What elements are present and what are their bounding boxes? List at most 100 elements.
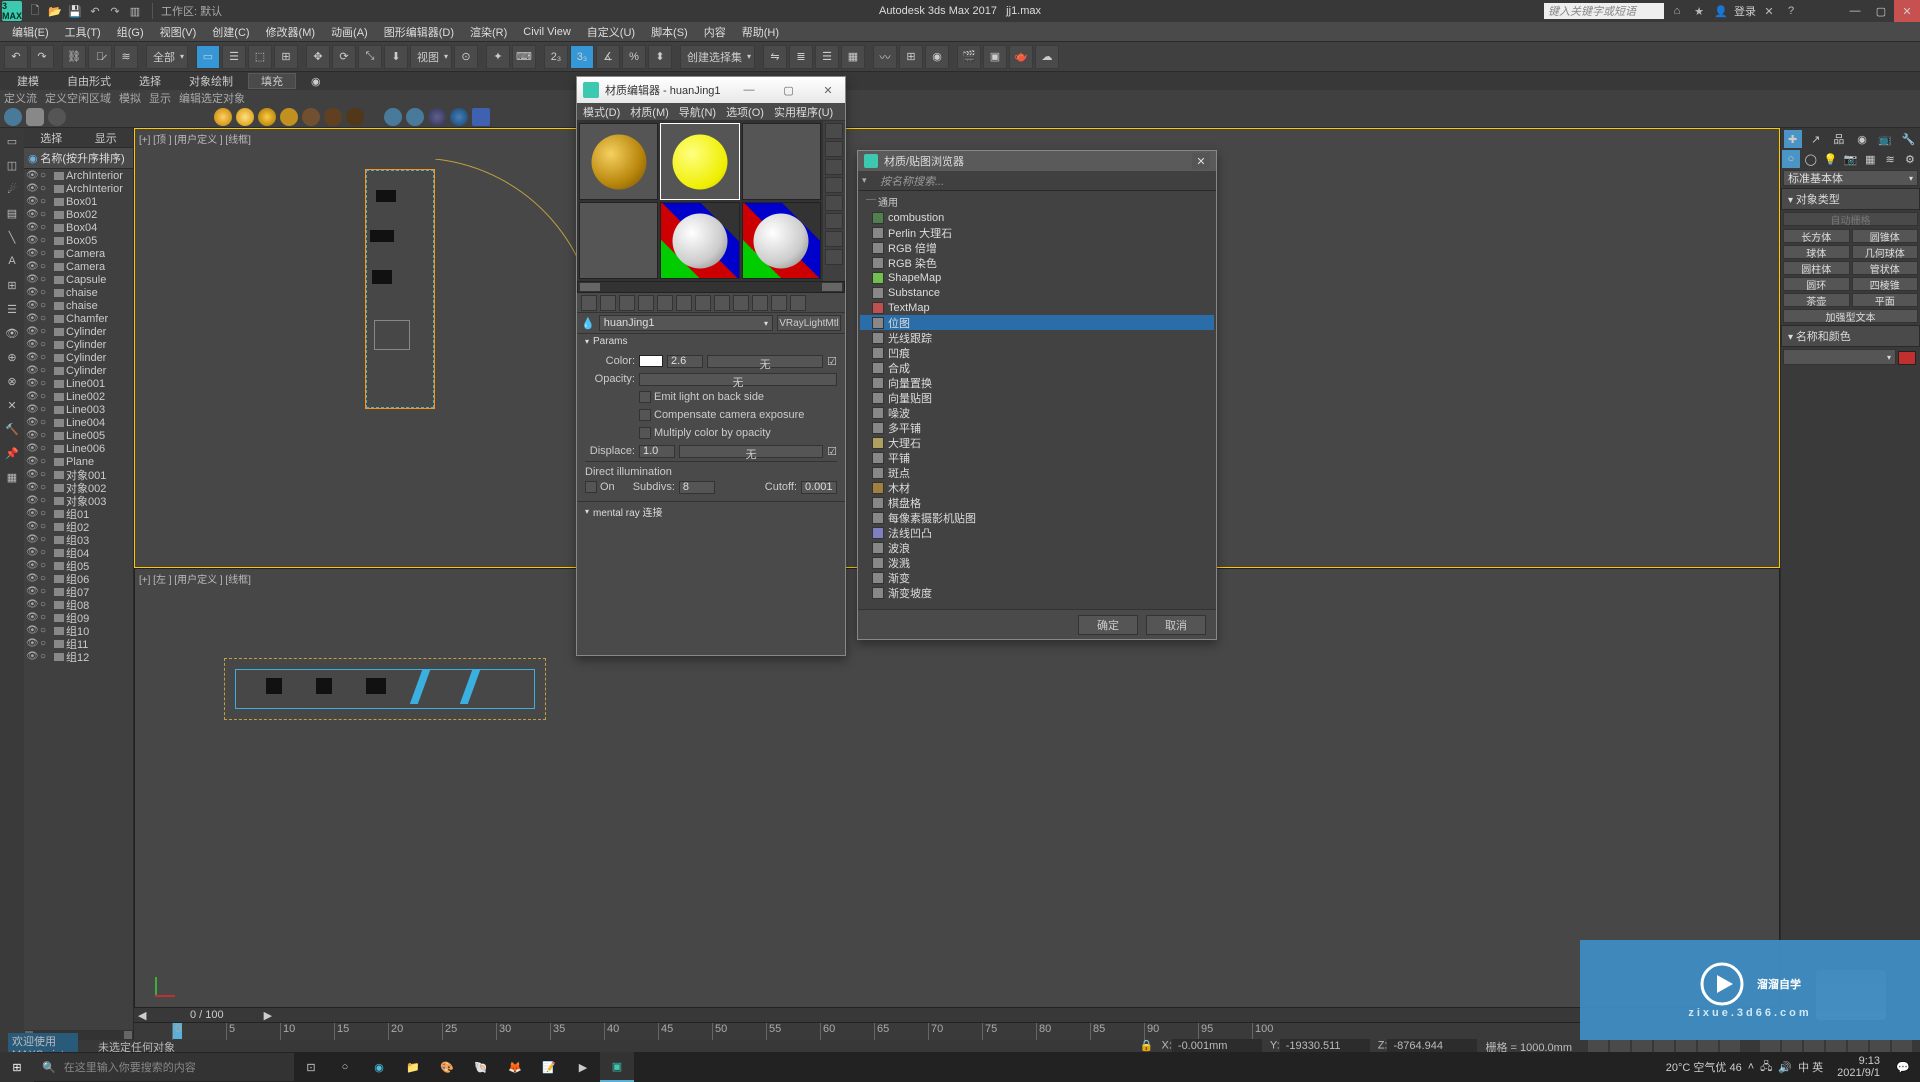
map-item[interactable]: Substance [860, 285, 1214, 300]
paint-icon[interactable]: 🎨 [430, 1052, 464, 1082]
workspace-selector[interactable]: 工作区: 默认 [152, 3, 230, 19]
slot-1[interactable] [579, 123, 658, 200]
app-icon[interactable]: 3 MAX [2, 1, 22, 21]
favorites-icon[interactable]: ★ [1690, 2, 1708, 20]
use-pivot-icon[interactable]: ⊙ [454, 45, 478, 69]
ribbon-tab-0[interactable]: 建模 [4, 73, 52, 89]
shapes-icon[interactable]: ◯ [1802, 150, 1820, 168]
freeze-icon[interactable]: ○ [40, 391, 52, 402]
freeze-icon[interactable]: ○ [40, 261, 52, 272]
browser-group-general[interactable]: 通用 [860, 193, 1214, 210]
visibility-icon[interactable]: 👁 [26, 313, 38, 324]
visibility-icon[interactable]: 👁 [26, 261, 38, 272]
menu-自定义(U)[interactable]: 自定义(U) [579, 24, 643, 40]
zoom-tool-icon[interactable]: ⊕ [1, 346, 23, 368]
viewport-top-label[interactable]: [+] [顶 ] [用户定义 ] [线框] [139, 131, 251, 146]
z-coord-field[interactable]: -8764.944 [1387, 1039, 1477, 1052]
mat-menu-item[interactable]: 实用程序(U) [774, 104, 833, 120]
scene-item[interactable]: 👁○Cylinder [24, 338, 133, 351]
primitive-茶壶[interactable]: 茶壶 [1783, 293, 1850, 307]
map-item[interactable]: RGB 染色 [860, 255, 1214, 270]
light-omni-icon[interactable] [258, 108, 276, 126]
primitive-长方体[interactable]: 长方体 [1783, 229, 1850, 243]
scene-item[interactable]: 👁○Box05 [24, 234, 133, 247]
taskbar-clock[interactable]: 9:13 2021/9/1 [1831, 1055, 1886, 1079]
scene-item[interactable]: 👁○Cylinder [24, 351, 133, 364]
light-free-icon[interactable] [346, 108, 364, 126]
freeze-icon[interactable]: ○ [40, 495, 52, 506]
bind-spacewarp-icon[interactable]: ≋ [114, 45, 138, 69]
action-center-icon[interactable]: 💬 [1886, 1052, 1920, 1082]
scene-item[interactable]: 👁○Cylinder [24, 325, 133, 338]
mat-menu-item[interactable]: 材质(M) [630, 104, 669, 120]
primitive-圆环[interactable]: 圆环 [1783, 277, 1850, 291]
slot-3[interactable] [742, 123, 821, 200]
object-name-field[interactable] [1783, 349, 1896, 365]
emit-checkbox[interactable]: Emit light on back side [639, 391, 764, 403]
freeze-icon[interactable]: ○ [40, 534, 52, 545]
map-item[interactable]: 斑点 [860, 465, 1214, 480]
window-crossing-icon[interactable]: ⊞ [274, 45, 298, 69]
freeze-icon[interactable]: ○ [40, 274, 52, 285]
account-icon[interactable]: 👤 [1712, 2, 1730, 20]
visibility-icon[interactable]: 👁 [26, 248, 38, 259]
freeze-icon[interactable]: ○ [40, 482, 52, 493]
light-daylight-icon[interactable] [214, 108, 232, 126]
visibility-icon[interactable]: 👁 [26, 352, 38, 363]
visibility-icon[interactable]: 👁 [26, 469, 38, 480]
mat-menu-item[interactable]: 模式(D) [583, 104, 620, 120]
map-item[interactable]: 噪波 [860, 405, 1214, 420]
visibility-icon[interactable]: 👁 [26, 508, 38, 519]
color-map-button[interactable]: 无 [707, 355, 823, 368]
primitive-平面[interactable]: 平面 [1852, 293, 1919, 307]
visibility-icon[interactable]: 👁 [26, 209, 38, 220]
map-item[interactable]: RGB 倍增 [860, 240, 1214, 255]
browser-close-icon[interactable]: ✕ [1192, 153, 1210, 169]
layer-explorer-icon[interactable]: ▦ [841, 45, 865, 69]
freeze-icon[interactable]: ○ [40, 170, 52, 181]
map-item[interactable]: 木材 [860, 480, 1214, 495]
visibility-icon[interactable]: 👁 [26, 235, 38, 246]
render-cloud-icon[interactable]: ☁ [1035, 45, 1059, 69]
slot-2[interactable] [660, 123, 739, 200]
helper-cloud-icon[interactable] [406, 108, 424, 126]
menu-创建(C)[interactable]: 创建(C) [204, 24, 257, 40]
mat-close-icon[interactable]: ✕ [817, 81, 839, 99]
menu-内容[interactable]: 内容 [696, 24, 734, 40]
visibility-icon[interactable]: 👁 [26, 534, 38, 545]
ribbon-sub-定义空闲区域[interactable]: 定义空闲区域 [45, 90, 111, 106]
scene-item[interactable]: 👁○Line002 [24, 390, 133, 403]
primitive-球体[interactable]: 球体 [1783, 245, 1850, 259]
visibility-icon[interactable]: 👁 [26, 573, 38, 584]
render-frame-icon[interactable]: ▣ [983, 45, 1007, 69]
color-enable-checkbox[interactable]: ☑ [827, 355, 837, 368]
light-spot-icon[interactable] [280, 108, 298, 126]
freeze-icon[interactable]: ○ [40, 651, 52, 662]
browser-list[interactable]: 通用 combustionPerlin 大理石RGB 倍增RGB 染色Shape… [858, 191, 1216, 609]
scene-item[interactable]: 👁○Box01 [24, 195, 133, 208]
freeze-icon[interactable]: ○ [40, 560, 52, 571]
scene-item[interactable]: 👁○Line006 [24, 442, 133, 455]
browser-search-dropdown-icon[interactable]: ▾ [862, 175, 876, 186]
put-library-icon[interactable] [695, 295, 711, 311]
ribbon-tab-3[interactable]: 对象绘制 [176, 73, 246, 89]
slot-6[interactable] [742, 202, 821, 279]
map-item[interactable]: 平铺 [860, 450, 1214, 465]
manipulate-icon[interactable]: ✦ [486, 45, 510, 69]
freeze-icon[interactable]: ○ [40, 469, 52, 480]
freeze-icon[interactable]: ○ [40, 599, 52, 610]
cloud-icon[interactable] [26, 108, 44, 126]
exchange-icon[interactable]: ✕ [1760, 2, 1778, 20]
freeze-icon[interactable]: ○ [40, 339, 52, 350]
scene-item[interactable]: 👁○Line001 [24, 377, 133, 390]
scene-item[interactable]: 👁○chaise [24, 286, 133, 299]
undo-icon[interactable]: ↶ [86, 2, 104, 20]
slot-5[interactable] [660, 202, 739, 279]
freeze-icon[interactable]: ○ [40, 287, 52, 298]
select-by-mat-icon[interactable] [825, 249, 843, 265]
visibility-icon[interactable]: 👁 [26, 599, 38, 610]
scene-item[interactable]: 👁○组12 [24, 650, 133, 663]
slot-hscroll[interactable] [577, 281, 845, 293]
freeze-icon[interactable]: ○ [40, 183, 52, 194]
char-tool-icon[interactable]: A [1, 250, 23, 272]
